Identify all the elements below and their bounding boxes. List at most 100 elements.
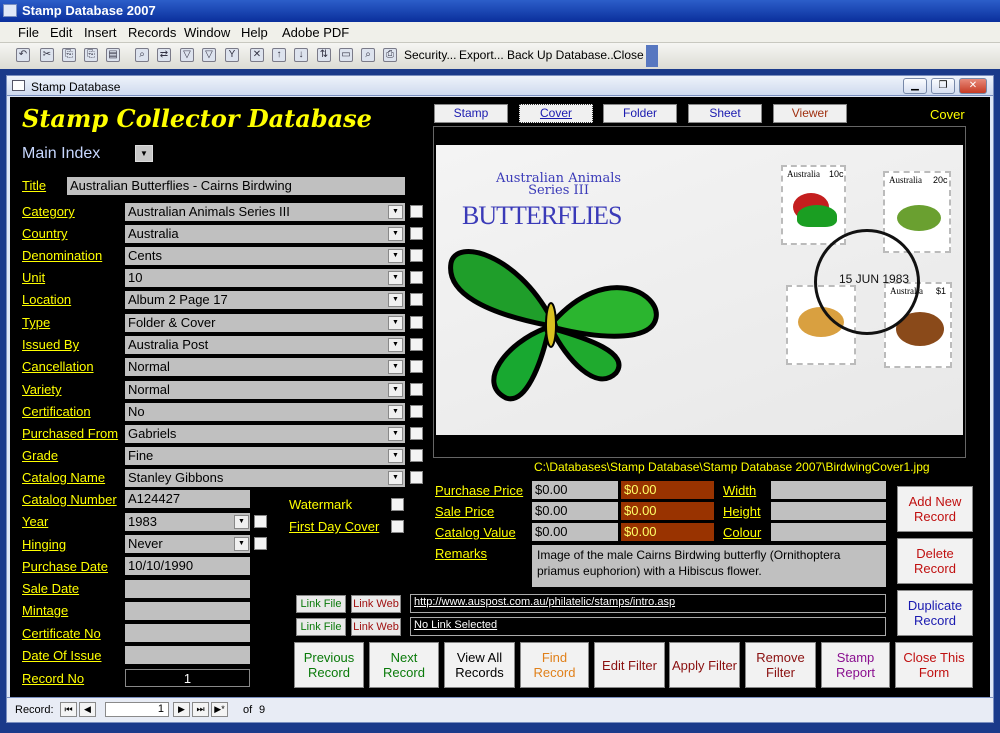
hinging-dropdown-icon[interactable]: ▼ [234, 537, 249, 551]
current-record-field[interactable]: 1 [105, 702, 169, 717]
first-record-icon[interactable]: ⏮ [60, 702, 77, 717]
filter-by-form-icon[interactable]: ▽ [202, 48, 216, 62]
denomination-dropdown-icon[interactable]: ▼ [388, 249, 403, 263]
find-record-button[interactable]: Find Record [520, 642, 589, 688]
location-field[interactable]: Album 2 Page 17 [125, 291, 405, 309]
edit-filter-button[interactable]: Edit Filter [594, 642, 665, 688]
tab-sheet[interactable]: Sheet [688, 104, 762, 123]
previous-record-button[interactable]: Previous Record [294, 642, 364, 688]
find-icon[interactable]: ⌕ [135, 48, 149, 62]
minimize-button[interactable]: ▁ [903, 78, 927, 94]
title-field[interactable]: Australian Butterflies - Cairns Birdwing [67, 177, 405, 195]
apply-filter-button[interactable]: Apply Filter [669, 642, 740, 688]
sale-date-field[interactable] [125, 580, 250, 598]
category-dropdown-icon[interactable]: ▼ [388, 205, 403, 219]
variety-field[interactable]: Normal [125, 381, 405, 399]
sort-ascending-icon[interactable]: ↑ [272, 48, 286, 62]
sale-price-converted[interactable]: $0.00 [621, 502, 714, 520]
menu-records[interactable]: Records [128, 25, 176, 40]
print-preview-icon[interactable]: ⌕ [361, 48, 375, 62]
add-new-record-button[interactable]: Add New Record [897, 486, 973, 532]
previous-record-icon[interactable]: ◀ [79, 702, 96, 717]
duplicate-record-button[interactable]: Duplicate Record [897, 590, 973, 636]
unit-field[interactable]: 10 [125, 269, 405, 287]
delete-record-button[interactable]: Delete Record [897, 538, 973, 584]
location-dropdown-icon[interactable]: ▼ [388, 293, 403, 307]
grade-dropdown-icon[interactable]: ▼ [388, 449, 403, 463]
purchase-date-field[interactable]: 10/10/1990 [125, 557, 250, 575]
catalog-value-converted[interactable]: $0.00 [621, 523, 714, 541]
remarks-field[interactable]: Image of the male Cairns Birdwing butter… [532, 545, 886, 587]
toolbar-overflow-icon[interactable] [646, 45, 658, 67]
cancellation-dropdown-icon[interactable]: ▼ [388, 360, 403, 374]
grade-checkbox[interactable] [410, 449, 423, 462]
catalog-value-field[interactable]: $0.00 [532, 523, 618, 541]
link-web-button-1[interactable]: Link Web [351, 595, 401, 613]
sale-price-field[interactable]: $0.00 [532, 502, 618, 520]
new-record-icon[interactable]: ▶* [211, 702, 228, 717]
tab-stamp[interactable]: Stamp [434, 104, 508, 123]
category-field[interactable]: Australian Animals Series III [125, 203, 405, 221]
toolbar-security[interactable]: Security... [404, 48, 456, 62]
menu-file[interactable]: File [18, 25, 39, 40]
catalog-name-dropdown-icon[interactable]: ▼ [388, 471, 403, 485]
sort-icon[interactable]: ⇅ [317, 48, 331, 62]
view-all-records-button[interactable]: View All Records [444, 642, 515, 688]
tab-cover[interactable]: Cover [519, 104, 593, 123]
cancellation-field[interactable]: Normal [125, 358, 405, 376]
replace-icon[interactable]: ⇄ [157, 48, 171, 62]
print-icon[interactable]: ⎙ [383, 48, 397, 62]
apply-filter-icon[interactable]: Y [225, 48, 239, 62]
type-checkbox[interactable] [410, 316, 423, 329]
first-day-cover-checkbox[interactable] [391, 520, 404, 533]
hinging-checkbox[interactable] [254, 537, 267, 550]
purchase-price-field[interactable]: $0.00 [532, 481, 618, 499]
mintage-field[interactable] [125, 602, 250, 620]
menu-edit[interactable]: Edit [50, 25, 72, 40]
copy-icon[interactable]: ⎘ [84, 48, 98, 62]
link-file-button-2[interactable]: Link File [296, 618, 346, 636]
country-dropdown-icon[interactable]: ▼ [388, 227, 403, 241]
link-file-button-1[interactable]: Link File [296, 595, 346, 613]
sort-descending-icon[interactable]: ↓ [294, 48, 308, 62]
variety-dropdown-icon[interactable]: ▼ [388, 383, 403, 397]
denomination-checkbox[interactable] [410, 249, 423, 262]
link-url-1[interactable]: http://www.auspost.com.au/philatelic/sta… [410, 594, 886, 613]
copy-icon[interactable]: ⎘ [62, 48, 76, 62]
menu-window[interactable]: Window [184, 25, 230, 40]
year-dropdown-icon[interactable]: ▼ [234, 515, 249, 529]
purchased-from-field[interactable]: Gabriels [125, 425, 405, 443]
maximize-button[interactable]: ❐ [931, 78, 955, 94]
category-checkbox[interactable] [410, 205, 423, 218]
purchased-from-dropdown-icon[interactable]: ▼ [388, 427, 403, 441]
next-record-icon[interactable]: ▶ [173, 702, 190, 717]
menu-help[interactable]: Help [241, 25, 268, 40]
unit-dropdown-icon[interactable]: ▼ [388, 271, 403, 285]
cancellation-checkbox[interactable] [410, 360, 423, 373]
issued-by-dropdown-icon[interactable]: ▼ [388, 338, 403, 352]
main-index-dropdown[interactable]: ▼ [135, 145, 153, 162]
width-field[interactable] [771, 481, 886, 499]
purchase-price-converted[interactable]: $0.00 [621, 481, 714, 499]
type-field[interactable]: Folder & Cover [125, 314, 405, 332]
purchased-from-checkbox[interactable] [410, 427, 423, 440]
close-window-button[interactable]: ✕ [959, 78, 987, 94]
catalog-number-field[interactable]: A124427 [125, 490, 250, 508]
country-checkbox[interactable] [410, 227, 423, 240]
toolbar-close[interactable]: Close [613, 48, 644, 62]
last-record-icon[interactable]: ⏭ [192, 702, 209, 717]
location-checkbox[interactable] [410, 293, 423, 306]
certification-dropdown-icon[interactable]: ▼ [388, 405, 403, 419]
menu-adobe-pdf[interactable]: Adobe PDF [282, 25, 349, 40]
variety-checkbox[interactable] [410, 383, 423, 396]
paste-icon[interactable]: ▤ [106, 48, 120, 62]
cut-icon[interactable]: ✂ [40, 48, 54, 62]
new-record-icon[interactable]: ▭ [339, 48, 353, 62]
tab-folder[interactable]: Folder [603, 104, 677, 123]
country-field[interactable]: Australia [125, 225, 405, 243]
height-field[interactable] [771, 502, 886, 520]
certification-field[interactable]: No [125, 403, 405, 421]
link-url-2[interactable]: No Link Selected [410, 617, 886, 636]
unit-checkbox[interactable] [410, 271, 423, 284]
filter-icon[interactable]: ▽ [180, 48, 194, 62]
